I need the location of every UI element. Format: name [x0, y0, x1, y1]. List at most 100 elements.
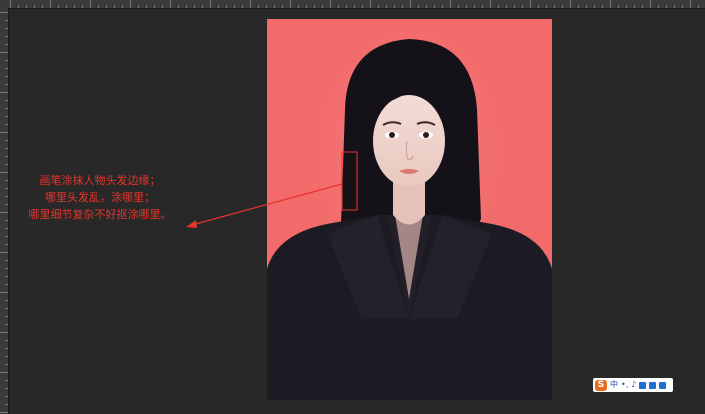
ruler-tick: [266, 5, 267, 8]
ime-toolbar[interactable]: S 中 •, ♪: [593, 378, 673, 392]
ruler-tick: [698, 5, 699, 8]
ruler-tick: [5, 28, 8, 29]
ruler-tick: [90, 0, 91, 8]
ruler-tick: [5, 364, 8, 365]
ruler-tick: [5, 236, 8, 237]
ruler-tick: [5, 300, 8, 301]
ruler-tick: [218, 5, 219, 8]
ruler-tick: [5, 108, 8, 109]
ruler-tick: [5, 388, 8, 389]
ruler-tick: [402, 5, 403, 8]
ruler-tick: [18, 5, 19, 8]
ruler-tick: [0, 372, 8, 373]
ruler-tick: [26, 5, 27, 8]
ruler-tick: [442, 5, 443, 8]
ruler-tick: [650, 0, 651, 8]
ruler-tick: [554, 5, 555, 8]
ruler-tick: [690, 0, 691, 8]
ruler-tick: [5, 36, 8, 37]
ruler-tick: [474, 5, 475, 8]
ruler-tick: [5, 340, 8, 341]
ruler-tick: [5, 124, 8, 125]
ruler-tick: [5, 316, 8, 317]
ruler-tick: [5, 404, 8, 405]
ruler-tick: [50, 0, 51, 8]
ruler-tick: [242, 5, 243, 8]
ruler-tick: [5, 60, 8, 61]
ruler-tick: [122, 5, 123, 8]
keyboard-icon[interactable]: [639, 381, 647, 389]
ruler-tick: [570, 0, 571, 8]
ruler-tick: [74, 5, 75, 8]
ruler-tick: [146, 5, 147, 8]
ruler-tick: [562, 5, 563, 8]
portrait-photo: [267, 19, 552, 400]
ruler-tick: [274, 5, 275, 8]
ruler-tick: [5, 356, 8, 357]
ruler-tick: [106, 5, 107, 8]
ruler-tick: [298, 5, 299, 8]
ruler-tick: [5, 284, 8, 285]
ruler-tick: [418, 5, 419, 8]
microphone-icon[interactable]: ♪: [631, 379, 636, 391]
ruler-tick: [0, 12, 8, 13]
toolbox-icon[interactable]: [659, 381, 667, 389]
ruler-tick: [5, 84, 8, 85]
ruler-tick: [154, 5, 155, 8]
ruler-tick: [538, 5, 539, 8]
ruler-tick: [250, 0, 251, 8]
ruler-tick: [5, 76, 8, 77]
ruler-tick: [450, 0, 451, 8]
ruler-tick: [466, 5, 467, 8]
ruler-tick: [506, 5, 507, 8]
ruler-tick: [5, 164, 8, 165]
ruler-tick: [0, 132, 8, 133]
ruler-tick: [5, 268, 8, 269]
ruler-tick: [0, 412, 8, 413]
ruler-tick: [282, 5, 283, 8]
ruler-tick: [618, 5, 619, 8]
ruler-tick: [226, 5, 227, 8]
ruler-tick: [354, 5, 355, 8]
ruler-tick: [34, 5, 35, 8]
ruler-tick: [98, 5, 99, 8]
ruler-tick: [194, 5, 195, 8]
ruler-tick: [394, 5, 395, 8]
ruler-tick: [10, 0, 11, 8]
ruler-tick: [0, 52, 8, 53]
ruler-tick: [658, 5, 659, 8]
sogou-logo-icon[interactable]: S: [595, 379, 607, 391]
ruler-tick: [138, 5, 139, 8]
ruler-tick: [514, 5, 515, 8]
ruler-tick: [5, 44, 8, 45]
ruler-tick: [58, 5, 59, 8]
ruler-tick: [5, 260, 8, 261]
ruler-tick: [0, 332, 8, 333]
ruler-tick: [338, 5, 339, 8]
ruler-tick: [170, 0, 171, 8]
skin-icon[interactable]: [649, 381, 657, 389]
ruler-tick: [498, 5, 499, 8]
ruler-tick: [234, 5, 235, 8]
ruler-tick: [666, 5, 667, 8]
ruler-tick: [5, 100, 8, 101]
ruler-tick: [522, 5, 523, 8]
ruler-tick: [362, 5, 363, 8]
portrait-illustration: [267, 19, 552, 400]
ruler-tick: [0, 92, 8, 93]
ime-mode-toggle[interactable]: 中: [610, 379, 618, 391]
ruler-tick: [5, 348, 8, 349]
ruler-tick: [5, 324, 8, 325]
ruler-tick: [602, 5, 603, 8]
ruler-tick: [434, 5, 435, 8]
ruler-tick: [0, 252, 8, 253]
ruler-tick: [586, 5, 587, 8]
punctuation-icon[interactable]: •,: [621, 379, 628, 391]
ruler-tick: [594, 5, 595, 8]
ruler-tick: [634, 5, 635, 8]
ruler-tick: [5, 20, 8, 21]
ruler-tick: [546, 5, 547, 8]
ruler-tick: [674, 5, 675, 8]
ruler-tick: [210, 0, 211, 8]
ruler-tick: [682, 5, 683, 8]
